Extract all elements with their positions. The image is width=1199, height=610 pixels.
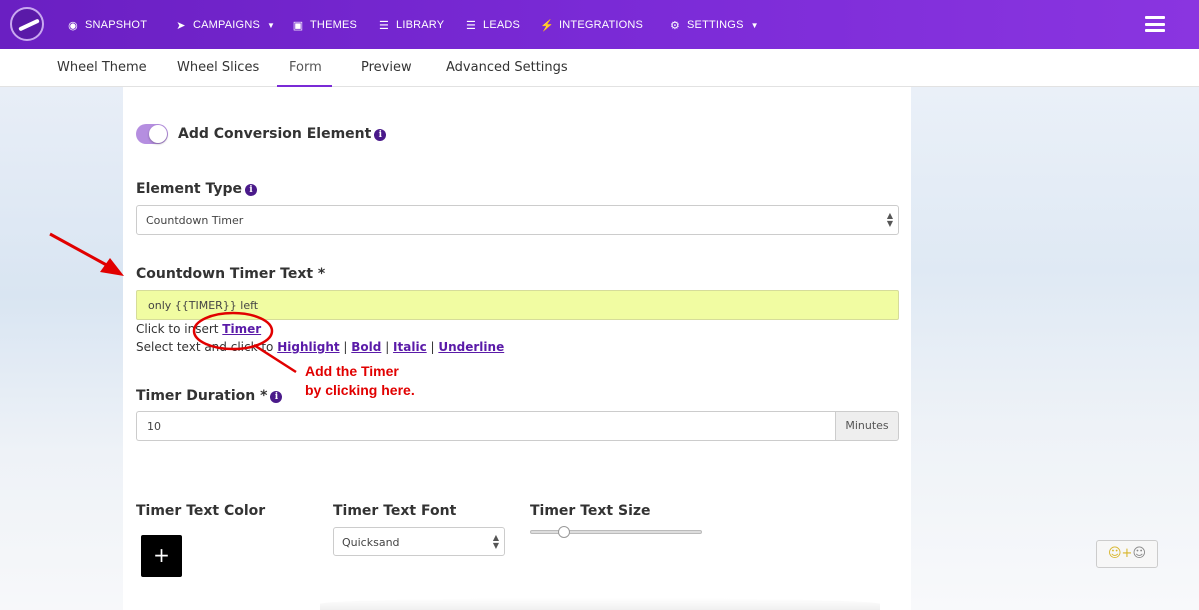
text-size-slider[interactable] [530,530,702,534]
tab-wheel-theme[interactable]: Wheel Theme [57,60,147,75]
highlight-link[interactable]: Highlight [277,340,339,354]
duration-input[interactable]: 10 [136,411,835,441]
text-font-label: Timer Text Font [333,503,457,519]
list-icon: ☰ [465,19,477,32]
tab-advanced-settings[interactable]: Advanced Settings [446,60,568,75]
nav-themes[interactable]: ▣ THEMES [291,16,357,34]
annotation-text: Add the Timer by clicking here. [305,362,415,400]
insert-prefix: Click to insert [136,322,223,336]
conversion-element-text: Add Conversion Element [178,126,372,142]
paper-plane-icon: ➤ [176,19,186,32]
smiley-icon: ☺ [1132,546,1146,561]
annotation-line-2: by clicking here. [305,382,415,398]
tab-form[interactable]: Form [289,60,322,75]
bottom-shadow [320,598,880,610]
duration-unit-addon: Minutes [835,411,899,441]
feedback-button[interactable]: ☺+☺ [1096,540,1158,568]
nav-settings-label: SETTINGS [687,19,744,31]
info-icon[interactable]: i [270,391,283,403]
app-logo[interactable] [10,7,44,41]
separator: | [426,340,439,354]
nav-integrations[interactable]: ⚡ INTEGRATIONS [540,16,643,34]
bold-link[interactable]: Bold [351,340,381,354]
format-helper: Select text and click to Highlight | Bol… [136,340,504,354]
sub-tabs: Wheel Theme Wheel Slices Form Preview Ad… [0,49,1199,87]
duration-label: Timer Duration * i [136,388,283,404]
select-arrows-icon: ▲ ▼ [886,211,893,228]
insert-helper: Click to insert Timer [136,322,261,336]
duration-value: 10 [147,420,161,433]
timer-text-value: only {{TIMER}} left [148,299,259,312]
tab-wheel-slices[interactable]: Wheel Slices [177,60,259,75]
element-type-value: Countdown Timer [146,214,244,227]
nav-settings[interactable]: ⚙ SETTINGS ▼ [668,16,759,34]
background-left [0,87,123,610]
nav-snapshot[interactable]: ◉ SNAPSHOT [66,16,147,34]
underline-link[interactable]: Underline [438,340,504,354]
font-select-value: Quicksand [342,536,400,549]
background-right [911,87,1199,610]
element-type-label: Element Type i [136,181,258,197]
plug-icon: ⚡ [540,19,554,32]
nav-integrations-label: INTEGRATIONS [559,19,644,31]
nav-leads-label: LEADS [483,19,521,31]
duration-text: Timer Duration * [136,388,268,404]
conversion-element-toggle[interactable] [136,124,168,144]
library-icon: ☰ [378,19,390,32]
nav-campaigns[interactable]: ➤ CAMPAIGNS ▼ [174,16,275,34]
select-arrows-icon: ▲ ▼ [492,533,499,550]
timer-text-input[interactable]: only {{TIMER}} left [136,290,899,320]
annotation-line-1: Add the Timer [305,363,399,379]
nav-themes-label: THEMES [310,19,358,31]
dashboard-icon: ◉ [68,19,78,32]
nav-snapshot-label: SNAPSHOT [85,19,148,31]
element-type-select[interactable]: Countdown Timer ▲ ▼ [136,205,899,235]
gears-icon: ⚙ [669,19,681,32]
timer-text-label: Countdown Timer Text * [136,266,326,282]
conversion-element-label: Add Conversion Element i [178,126,387,142]
emoji-icon: ☺+ [1107,546,1133,561]
image-icon: ▣ [292,19,304,32]
nav-leads[interactable]: ☰ LEADS [464,16,520,34]
chevron-down-icon: ▼ [267,20,276,30]
color-picker-button[interactable]: + [141,535,182,577]
element-type-text: Element Type [136,181,243,197]
text-size-label: Timer Text Size [530,503,651,519]
info-icon[interactable]: i [374,129,387,141]
italic-link[interactable]: Italic [393,340,427,354]
text-color-label: Timer Text Color [136,503,266,519]
separator: | [339,340,352,354]
tab-preview[interactable]: Preview [361,60,412,75]
nav-library-label: LIBRARY [396,19,445,31]
select-prefix: Select text and click to [136,340,278,354]
font-select[interactable]: Quicksand ▲ ▼ [333,527,505,556]
info-icon[interactable]: i [245,184,258,196]
chevron-down-icon: ▼ [750,20,759,30]
insert-timer-link[interactable]: Timer [222,322,261,336]
separator: | [381,340,394,354]
nav-campaigns-label: CAMPAIGNS [193,19,260,31]
nav-library[interactable]: ☰ LIBRARY [377,16,444,34]
hamburger-menu-icon[interactable] [1145,16,1165,32]
top-navbar: ◉ SNAPSHOT ➤ CAMPAIGNS ▼ ▣ THEMES ☰ LIBR… [0,0,1199,49]
